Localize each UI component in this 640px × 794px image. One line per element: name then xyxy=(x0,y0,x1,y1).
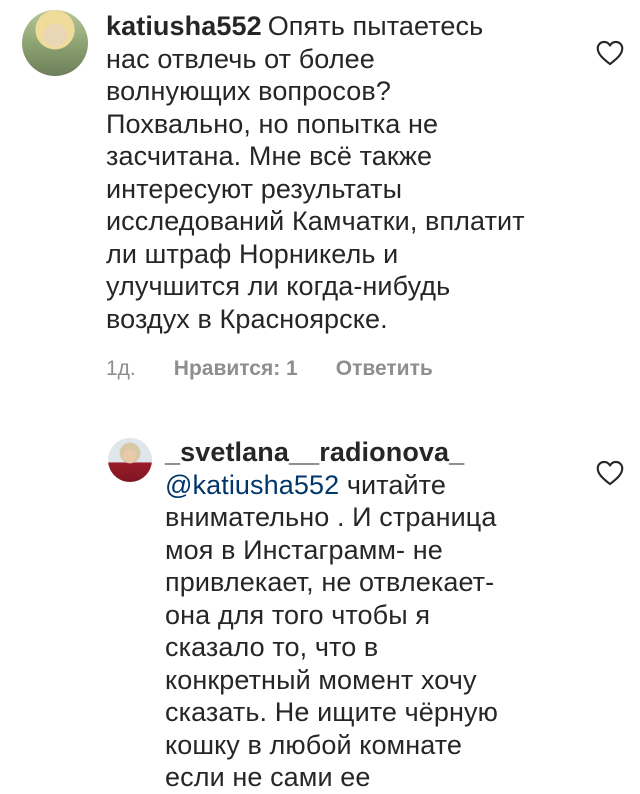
reply-button[interactable]: Ответить xyxy=(336,357,433,381)
comment-body: katiusha552 Опять пытаетесь нас отвлечь о… xyxy=(106,10,624,381)
comment-text: katiusha552 Опять пытаетесь нас отвлечь о… xyxy=(106,10,566,335)
comment-time: 1д. xyxy=(106,357,136,380)
comment-item: katiusha552 Опять пытаетесь нас отвлечь о… xyxy=(22,10,624,381)
comment-content: читайте внимательно . И страница моя в И… xyxy=(165,469,498,793)
avatar[interactable] xyxy=(22,10,88,76)
comment-username[interactable]: katiusha552 xyxy=(106,11,262,41)
heart-outline-icon[interactable] xyxy=(596,40,624,66)
comment-body: _svetlana__radionova_ @katiusha552 читай… xyxy=(165,436,624,794)
reply-item: _svetlana__radionova_ @katiusha552 читай… xyxy=(108,436,624,794)
comment-text: _svetlana__radionova_ @katiusha552 читай… xyxy=(165,436,545,794)
comment-username[interactable]: _svetlana__radionova_ xyxy=(165,437,464,467)
avatar[interactable] xyxy=(108,438,152,482)
likes-count[interactable]: Нравится: 1 xyxy=(174,357,298,381)
heart-outline-icon[interactable] xyxy=(596,460,624,486)
mention-link[interactable]: @katiusha552 xyxy=(165,470,339,500)
comment-meta: 1д. Нравится: 1 Ответить xyxy=(106,357,622,381)
comment-content: Опять пытаетесь нас отвлечь от более вол… xyxy=(106,11,525,334)
